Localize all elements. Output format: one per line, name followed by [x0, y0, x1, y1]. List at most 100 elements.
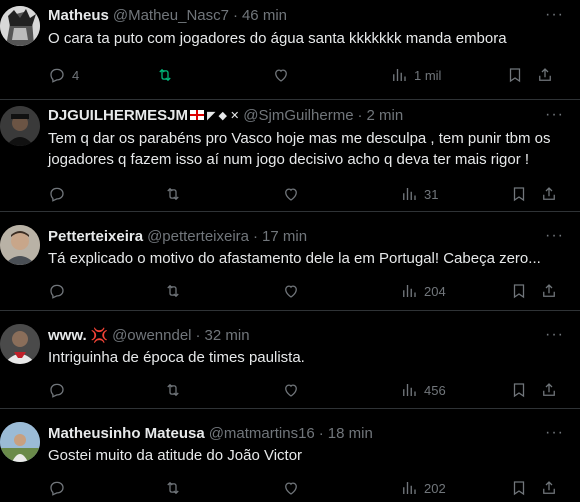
tweet[interactable]: Matheus @Matheu_Nasc7 · 46 min ··· O car… — [0, 0, 580, 100]
display-name[interactable]: Petterteixeira — [48, 228, 143, 245]
heart-icon — [285, 188, 297, 201]
avatar[interactable] — [0, 6, 40, 46]
reply-button[interactable] — [48, 479, 66, 497]
display-name[interactable]: DJGUILHERMESJM — [48, 107, 188, 124]
avatar[interactable] — [0, 106, 40, 146]
display-name[interactable]: Matheus — [48, 7, 109, 24]
tweet-content: www. 💢 @owenndel · 32 min ··· Intriguinh… — [48, 324, 580, 408]
user-handle[interactable]: @matmartins16 — [209, 425, 315, 442]
avatar[interactable] — [0, 225, 40, 265]
like-button[interactable] — [282, 381, 300, 399]
reply-button[interactable]: 4 — [48, 66, 79, 84]
display-name[interactable]: Matheusinho Mateusa — [48, 425, 205, 442]
avatar-image — [0, 422, 40, 462]
bookmark-button[interactable] — [510, 185, 528, 203]
tweet[interactable]: Matheusinho Mateusa @matmartins16 · 18 m… — [0, 409, 580, 502]
retweet-icon — [167, 481, 179, 495]
bookmark-button[interactable] — [506, 66, 524, 84]
tweet-text: Gostei muito da atitude do João Victor — [48, 447, 303, 464]
timestamp[interactable]: 46 min — [242, 7, 287, 24]
reply-button[interactable] — [48, 185, 66, 203]
reply-icon — [50, 481, 64, 496]
views-icon — [403, 482, 416, 494]
avatar[interactable] — [0, 324, 40, 364]
share-button[interactable] — [540, 185, 558, 203]
user-handle[interactable]: @owenndel — [112, 327, 191, 344]
views-button[interactable]: 1 mil — [390, 66, 441, 84]
heart-icon — [285, 384, 297, 397]
views-icon — [403, 384, 416, 396]
retweet-icon — [159, 68, 171, 82]
bookmark-icon — [513, 481, 525, 496]
display-name[interactable]: www. — [48, 327, 87, 344]
views-button[interactable]: 202 — [400, 479, 446, 497]
tweet-header: Matheus @Matheu_Nasc7 · 46 min ··· — [48, 4, 566, 26]
reply-icon — [50, 187, 64, 202]
share-icon — [539, 68, 551, 81]
reply-button[interactable] — [48, 381, 66, 399]
more-options-icon[interactable]: ··· — [545, 424, 564, 442]
views-button[interactable]: 204 — [400, 282, 446, 300]
retweet-button[interactable] — [164, 381, 182, 399]
views-button[interactable]: 456 — [400, 381, 446, 399]
reply-icon — [50, 284, 64, 299]
views-icon — [393, 69, 406, 81]
timestamp[interactable]: 18 min — [328, 425, 373, 442]
bookmark-icon — [509, 68, 521, 83]
retweet-button[interactable] — [164, 479, 182, 497]
views-count: 456 — [424, 382, 446, 398]
separator-dot: · — [232, 6, 238, 24]
tweet-text: Intriguinha de época de times paulista. — [48, 349, 305, 366]
like-button[interactable] — [282, 479, 300, 497]
tweet[interactable]: Petterteixeira @petterteixeira · 17 min … — [0, 212, 580, 311]
user-handle[interactable]: @SjmGuilherme — [243, 107, 353, 124]
views-count: 202 — [424, 480, 446, 496]
heart-icon — [285, 285, 297, 298]
share-button[interactable] — [536, 66, 554, 84]
more-options-icon[interactable]: ··· — [545, 106, 564, 124]
views-button[interactable]: 31 — [400, 185, 438, 203]
views-count: 31 — [424, 186, 439, 202]
tweet[interactable]: www. 💢 @owenndel · 32 min ··· Intriguinh… — [0, 311, 580, 409]
avatar-image — [0, 324, 40, 364]
bookmark-button[interactable] — [510, 282, 528, 300]
like-button[interactable] — [272, 66, 290, 84]
like-button[interactable] — [282, 185, 300, 203]
avatar-column — [0, 104, 48, 211]
user-handle[interactable]: @Matheu_Nasc7 — [113, 7, 229, 24]
retweet-button[interactable] — [164, 282, 182, 300]
tweet-header: DJGUILHERMESJM ◤ ◆ ✕ @SjmGuilherme · 2 m… — [48, 104, 566, 126]
more-options-icon[interactable]: ··· — [545, 227, 564, 245]
retweet-button[interactable] — [156, 66, 174, 84]
share-button[interactable] — [540, 479, 558, 497]
tweet-actions: 204 — [48, 281, 566, 301]
timestamp[interactable]: 17 min — [262, 228, 307, 245]
views-icon — [403, 188, 416, 200]
avatar[interactable] — [0, 422, 40, 462]
timestamp[interactable]: 2 min — [367, 107, 404, 124]
retweet-button[interactable] — [164, 185, 182, 203]
reply-icon — [50, 383, 64, 398]
views-count: 1 mil — [414, 67, 442, 83]
tweet-header: Petterteixeira @petterteixeira · 17 min … — [48, 225, 566, 247]
tweet-content: Petterteixeira @petterteixeira · 17 min … — [48, 225, 580, 310]
tweet[interactable]: DJGUILHERMESJM ◤ ◆ ✕ @SjmGuilherme · 2 m… — [0, 100, 580, 212]
user-handle[interactable]: @petterteixeira — [147, 228, 249, 245]
tweet-header: www. 💢 @owenndel · 32 min ··· — [48, 324, 566, 346]
like-button[interactable] — [282, 282, 300, 300]
more-options-icon[interactable]: ··· — [545, 326, 564, 344]
retweet-icon — [167, 284, 179, 298]
tweet-actions: 202 — [48, 478, 566, 498]
retweet-icon — [167, 383, 179, 397]
bookmark-button[interactable] — [510, 381, 528, 399]
share-button[interactable] — [540, 381, 558, 399]
bookmark-button[interactable] — [510, 479, 528, 497]
reply-count: 4 — [72, 67, 80, 83]
share-button[interactable] — [540, 282, 558, 300]
more-options-icon[interactable]: ··· — [545, 6, 564, 24]
views-count: 204 — [424, 283, 446, 299]
avatar-image — [0, 6, 40, 46]
timestamp[interactable]: 32 min — [205, 327, 250, 344]
reply-button[interactable] — [48, 282, 66, 300]
tweet-header: Matheusinho Mateusa @matmartins16 · 18 m… — [48, 422, 566, 444]
